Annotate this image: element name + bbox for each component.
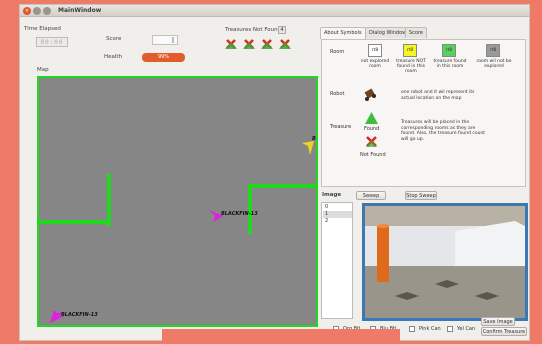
time-elapsed-display: 00:00 (36, 37, 68, 47)
robot-marker-icon[interactable] (302, 141, 314, 155)
treasure-x-icon (243, 39, 255, 49)
treasures-not-found-label: Treasures Not Found (225, 27, 282, 33)
treasures-not-found-count: 4 (278, 26, 286, 34)
maximize-window-button[interactable] (43, 7, 51, 15)
treasure-found-icon (365, 112, 378, 124)
map-canvas[interactable]: BLACKFIN-13 BLACKFIN-13 BL (37, 76, 318, 327)
time-elapsed-label: Time Elapsed (24, 26, 61, 32)
treasure-x-icon (279, 39, 291, 49)
robot-desc: one robot and it wil represent its actual… (401, 90, 475, 101)
map-wall (248, 184, 316, 188)
robot-label: BLACKFIN-13 (221, 211, 258, 217)
room-unexplored-swatch: rt8 (368, 44, 382, 57)
title-bar: × MainWindow (20, 5, 529, 17)
tab-about-symbols[interactable]: About Symbols (320, 27, 366, 39)
yel-can-label: Yel Can (457, 326, 476, 332)
image-list-item[interactable]: 2 (323, 218, 352, 225)
health-bar: 99% (142, 53, 185, 62)
room-desc: room wil not be explored (476, 59, 512, 69)
close-window-button[interactable]: × (23, 7, 31, 15)
minimize-window-button[interactable] (33, 7, 41, 15)
robot-legend-label: Robot (330, 91, 345, 97)
save-image-button[interactable]: Save Image (481, 317, 515, 326)
sweep-button[interactable]: Sweep (356, 191, 386, 200)
tab-score[interactable]: Score (405, 27, 428, 38)
image-list[interactable]: 0 1 2 (321, 202, 353, 319)
camera-view (362, 203, 528, 321)
image-label: Image (322, 192, 342, 198)
yel-can-checkbox[interactable] (447, 326, 453, 332)
treasure-x-icon (261, 39, 273, 49)
window-title: MainWindow (58, 7, 102, 14)
score-display (152, 35, 178, 45)
room-desc: treasure found in this room (433, 59, 467, 69)
found-label: Found (364, 126, 380, 132)
map-wall (107, 174, 111, 226)
map-wall (248, 184, 252, 234)
main-window: × MainWindow Time Elapsed 00:00 Score He… (19, 4, 530, 341)
treasure-not-found-icon (366, 136, 377, 147)
score-label: Score (106, 36, 122, 42)
robot-label: BLACKFIN-13 (61, 312, 98, 318)
room-treasure-not-found-swatch: rt8 (403, 44, 417, 57)
tab-dialog-window[interactable]: Dialog Window (365, 27, 411, 38)
robot-label: BL (312, 136, 316, 142)
health-label: Health (104, 54, 123, 60)
image-list-item[interactable]: 1 (323, 211, 352, 218)
map-label: Map (37, 67, 49, 73)
room-not-explored-swatch: rt8 (486, 44, 500, 57)
map-wall (39, 220, 111, 224)
pink-can-checkbox[interactable] (409, 326, 415, 332)
room-desc: not explored room (360, 59, 390, 69)
image-list-item[interactable]: 0 (323, 204, 352, 211)
camera-image (365, 206, 525, 318)
robot-icon (364, 88, 376, 101)
room-desc: treasure NOT found in this room (396, 59, 426, 74)
room-treasure-found-swatch: rt8 (442, 44, 456, 57)
confirm-treasure-button[interactable]: Confirm Treasure (481, 327, 527, 336)
bottom-overlay (162, 329, 400, 344)
not-found-label: Not Found (360, 152, 386, 158)
treasure-legend-label: Treasure (330, 124, 352, 130)
pink-can-label: Pink Can (419, 326, 441, 332)
room-label: Room (330, 49, 345, 55)
treasure-desc: Treasures will be placed in the correspon… (401, 120, 486, 142)
stop-sweep-button[interactable]: Stop Sweep (405, 191, 437, 200)
treasure-x-icon (225, 39, 237, 49)
